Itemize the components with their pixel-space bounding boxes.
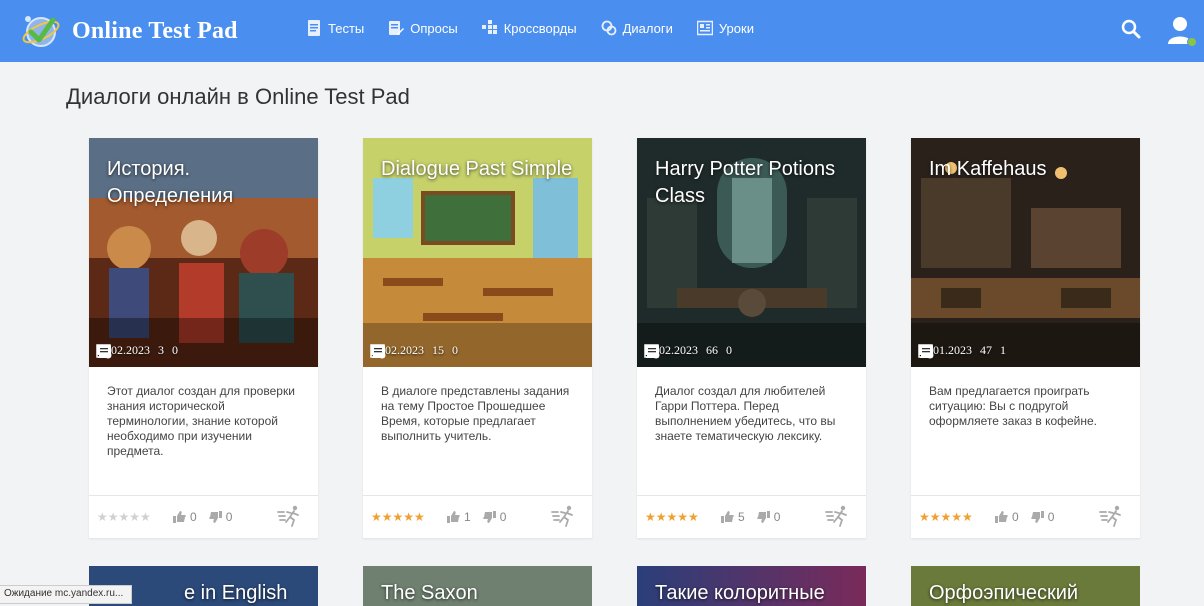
nav-crosswords[interactable]: Кроссворды — [481, 20, 577, 36]
likes-count: 5 — [738, 510, 745, 524]
card-image[interactable]: Im Kaffehaus 27.01.2023 47 1 — [911, 138, 1140, 367]
card-meta: 07.02.2023 66 0 — [644, 343, 740, 359]
nav-lessons-label: Уроки — [718, 20, 754, 36]
rating-stars[interactable]: ★★★★★ — [371, 510, 425, 524]
dialog-card-partial[interactable]: Орфоэпический — [911, 566, 1140, 606]
likes-count: 1 — [464, 510, 471, 524]
comments-icon — [371, 345, 385, 358]
nav-tests-label: Тесты — [328, 20, 365, 36]
votes: 0 0 — [995, 510, 1066, 524]
thumbs-up-icon[interactable] — [173, 511, 186, 523]
rating-stars[interactable]: ★★★★★ — [919, 510, 973, 524]
browser-status-bar: Ожидание mc.yandex.ru... — [0, 585, 133, 604]
card-comments: 0 — [172, 343, 178, 357]
rating-stars[interactable]: ★★★★★ — [645, 510, 699, 524]
lesson-icon — [696, 20, 713, 36]
card-description: В диалоге представлены задания на тему П… — [381, 384, 570, 443]
likes-count: 0 — [1012, 510, 1019, 524]
votes: 0 0 — [173, 510, 244, 524]
dialog-card-partial[interactable]: Такие колоритные — [637, 566, 866, 606]
card-participants: 66 — [706, 343, 718, 357]
card-comments: 1 — [1000, 343, 1006, 357]
start-dialog-icon[interactable] — [551, 504, 577, 528]
logo-text: Online Test Pad — [72, 17, 238, 44]
page-title: Диалоги онлайн в Online Test Pad — [66, 84, 410, 109]
votes: 5 0 — [721, 510, 792, 524]
card-description: Диалог создал для любителей Гарри Поттер… — [655, 384, 836, 443]
dislikes-count: 0 — [1047, 510, 1055, 524]
card-title[interactable]: Dialogue Past Simple — [381, 156, 581, 183]
card-participants: 47 — [980, 343, 992, 357]
thumbs-down-icon[interactable] — [208, 511, 222, 523]
card-footer: ★★★★★ 0 0 — [911, 495, 1140, 539]
start-dialog-icon[interactable] — [825, 504, 851, 528]
main-nav: Тесты Опросы Кроссворды Диалоги Уроки — [306, 20, 778, 36]
card-image[interactable]: Dialogue Past Simple 19.02.2023 15 0 — [363, 138, 592, 367]
card-title[interactable]: Harry Potter Potions Class — [655, 156, 855, 210]
thumbs-up-icon[interactable] — [995, 511, 1008, 523]
dislikes-count: 0 — [225, 510, 233, 524]
thumbs-up-icon[interactable] — [721, 511, 734, 523]
thumbs-up-icon[interactable] — [447, 511, 460, 523]
nav-surveys[interactable]: Опросы — [388, 20, 458, 36]
dislikes-count: 0 — [499, 510, 507, 524]
dialog-card-partial[interactable]: The Saxon — [363, 566, 592, 606]
card-meta: 27.01.2023 47 1 — [918, 343, 1014, 359]
dialog-icon — [601, 20, 617, 36]
card-comments: 0 — [726, 343, 732, 357]
user-account-icon[interactable] — [1166, 14, 1198, 48]
start-dialog-icon[interactable] — [1099, 504, 1125, 528]
dialog-card[interactable]: История. Определения 26.02.2023 3 0 Этот… — [89, 138, 318, 538]
votes: 1 0 — [447, 510, 518, 524]
card-participants: 3 — [158, 343, 164, 357]
start-dialog-icon[interactable] — [277, 504, 303, 528]
dialog-card[interactable]: Dialogue Past Simple 19.02.2023 15 0 В д… — [363, 138, 592, 538]
likes-count: 0 — [190, 510, 197, 524]
card-meta: 19.02.2023 15 0 — [370, 343, 466, 359]
card-footer: ★★★★★ 0 0 — [89, 495, 318, 539]
nav-dialogs-label: Диалоги — [622, 20, 673, 36]
rating-stars[interactable]: ★★★★★ — [97, 510, 151, 524]
crossword-icon — [481, 20, 497, 34]
dislikes-count: 0 — [773, 510, 781, 524]
card-description: Этот диалог создан для проверки знания и… — [107, 384, 295, 458]
thumbs-down-icon[interactable] — [482, 511, 496, 523]
nav-crosswords-label: Кроссворды — [503, 20, 577, 36]
comments-icon — [645, 345, 659, 358]
comments-icon — [919, 345, 933, 358]
nav-tests[interactable]: Тесты — [306, 20, 364, 36]
card-meta: 26.02.2023 3 0 — [96, 343, 186, 359]
nav-surveys-label: Опросы — [410, 20, 458, 36]
dialog-card[interactable]: Im Kaffehaus 27.01.2023 47 1 Вам предлаг… — [911, 138, 1140, 538]
card-footer: ★★★★★ 1 0 — [363, 495, 592, 539]
thumbs-down-icon[interactable] — [1030, 511, 1044, 523]
search-icon[interactable] — [1120, 18, 1142, 40]
card-title[interactable]: Im Kaffehaus — [929, 156, 1129, 183]
logo-link[interactable]: Online Test Pad — [20, 8, 238, 54]
nav-dialogs[interactable]: Диалоги — [601, 20, 673, 36]
comments-icon — [97, 345, 111, 358]
card-description: Вам предлагается проиграть ситуацию: Вы … — [929, 384, 1098, 428]
document-icon — [308, 20, 320, 36]
thumbs-down-icon[interactable] — [756, 511, 770, 523]
dialog-card[interactable]: Harry Potter Potions Class 07.02.2023 66… — [637, 138, 866, 538]
card-comments: 0 — [452, 343, 458, 357]
card-participants: 15 — [432, 343, 444, 357]
card-image[interactable]: История. Определения 26.02.2023 3 0 — [89, 138, 318, 367]
nav-lessons[interactable]: Уроки — [696, 20, 754, 36]
logo-icon — [22, 16, 60, 47]
card-image[interactable]: Harry Potter Potions Class 07.02.2023 66… — [637, 138, 866, 367]
card-title[interactable]: История. Определения — [107, 156, 307, 210]
survey-icon — [389, 21, 405, 35]
top-navbar: Online Test Pad Тесты Опросы Кроссворды … — [0, 0, 1204, 62]
card-footer: ★★★★★ 5 0 — [637, 495, 866, 539]
